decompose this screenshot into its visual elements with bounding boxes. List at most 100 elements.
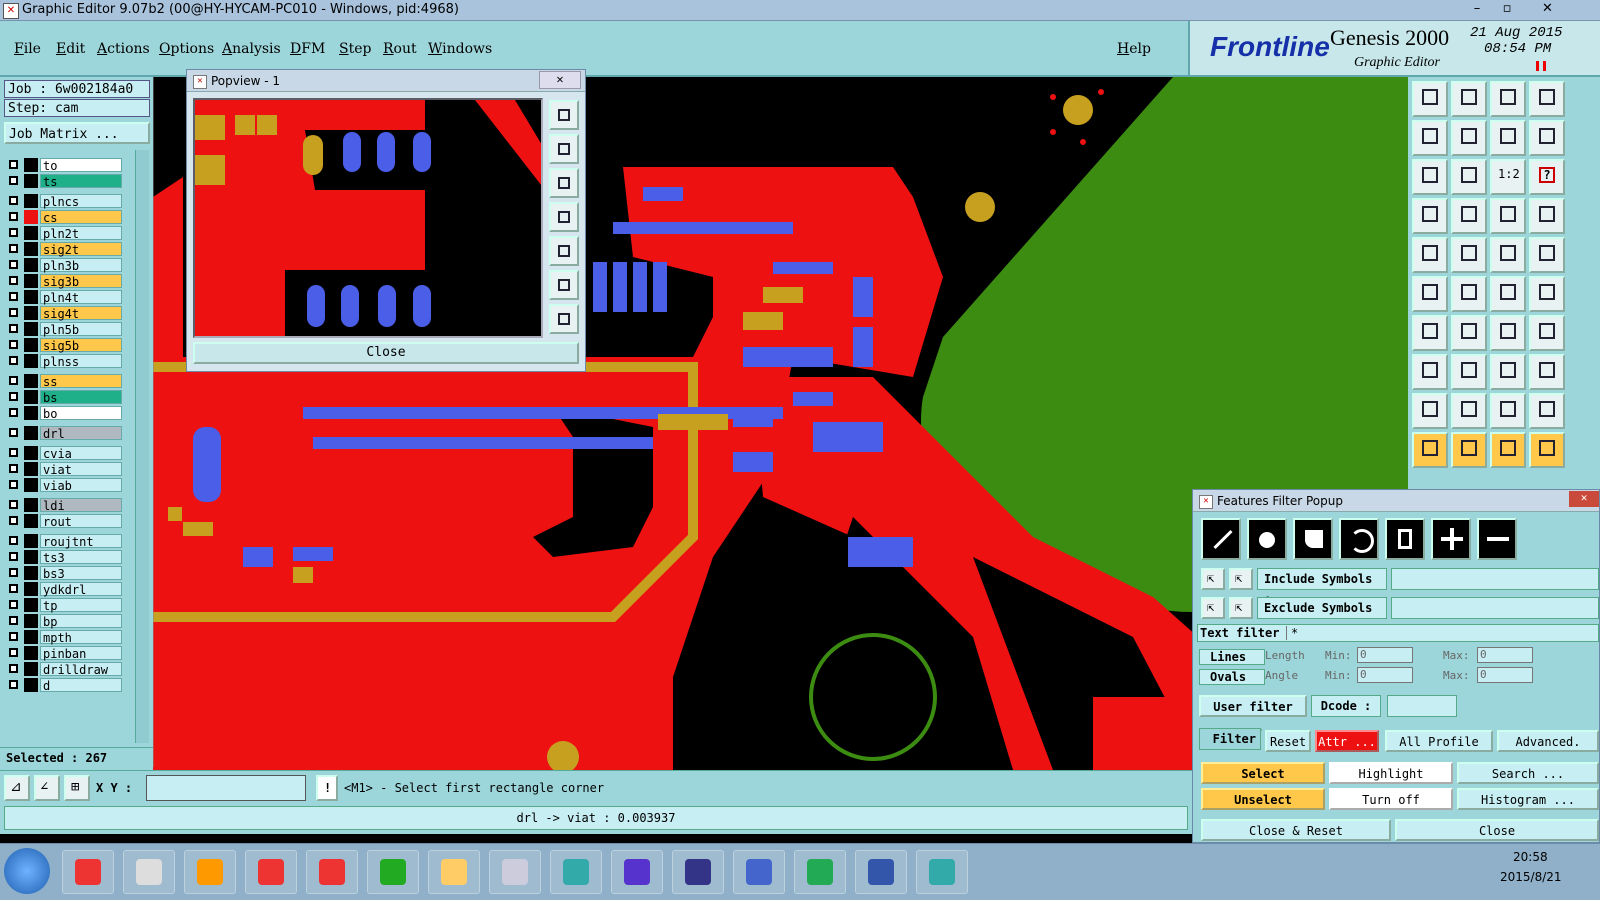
layer-row-roujtnt[interactable]: roujtnt (6, 534, 122, 549)
connect-button[interactable] (1490, 276, 1526, 312)
alert-button[interactable]: ! (316, 775, 338, 801)
layer-checkbox[interactable] (9, 160, 18, 169)
copy-button[interactable] (1529, 354, 1565, 390)
move-button[interactable] (1412, 354, 1448, 390)
unselect-button[interactable]: Unselect (1201, 788, 1325, 810)
layer-checkbox[interactable] (9, 552, 18, 561)
select-button[interactable]: Select (1201, 762, 1325, 784)
layer-row-d[interactable]: d (6, 678, 122, 693)
length-min-input[interactable]: 0 (1357, 647, 1413, 663)
include-symbols-input[interactable] (1391, 568, 1599, 590)
taskbar-genesis-button[interactable] (306, 850, 358, 894)
plus-button[interactable] (1431, 518, 1471, 560)
snap-b-button[interactable] (1529, 198, 1565, 234)
layer-row-pln2t[interactable]: pln2t (6, 226, 122, 241)
ruler-button[interactable] (1490, 237, 1526, 273)
mirror-button[interactable] (1529, 315, 1565, 351)
help-button[interactable]: ? (1529, 159, 1565, 195)
angle-checkbox[interactable]: Angle (1265, 669, 1298, 682)
layer-checkbox[interactable] (9, 292, 18, 301)
route-button[interactable] (1412, 276, 1448, 312)
popview-close-button[interactable]: Close (193, 342, 579, 364)
zoom-area-button[interactable] (1412, 159, 1448, 195)
triangle-b-button[interactable] (1451, 393, 1487, 429)
layer-checkbox[interactable] (9, 516, 18, 525)
taskbar-app1-button[interactable] (62, 850, 114, 894)
layer-checkbox[interactable] (9, 212, 18, 221)
span-button[interactable] (1490, 354, 1526, 390)
surface-add-button[interactable] (1451, 237, 1487, 273)
job-matrix-button[interactable]: Job Matrix ... (4, 122, 150, 144)
popview-pan-down-button[interactable] (549, 168, 579, 198)
layer-row-drilldraw[interactable]: drilldraw (6, 662, 122, 677)
xy-input[interactable] (146, 775, 306, 801)
snap-tool-button[interactable]: ⊿ (4, 775, 30, 801)
layer-row-cs[interactable]: cs (6, 210, 122, 225)
link-button[interactable] (1529, 276, 1565, 312)
popview-fit-button[interactable] (549, 270, 579, 300)
angle-min-input[interactable]: 0 (1357, 667, 1413, 683)
layer-checkbox[interactable] (9, 616, 18, 625)
layer-checkbox[interactable] (9, 568, 18, 577)
zoom-fit-button[interactable] (1529, 81, 1565, 117)
ovals-checkbox[interactable]: Ovals (1199, 669, 1265, 685)
layer-row-ldi[interactable]: ldi (6, 498, 122, 513)
taskbar-excel-button[interactable] (794, 850, 846, 894)
zoom-home-button[interactable] (1412, 81, 1448, 117)
ratio-button[interactable]: 1:2 (1490, 159, 1526, 195)
layer-row-rout[interactable]: rout (6, 514, 122, 529)
start-button[interactable] (4, 848, 50, 894)
undo-view-button[interactable] (1490, 120, 1526, 156)
advanced-button[interactable]: Advanced. (1497, 730, 1599, 752)
snap-a-button[interactable] (1490, 198, 1526, 234)
pad-add-button[interactable] (1412, 237, 1448, 273)
taskbar-folder-button[interactable] (428, 850, 480, 894)
zoom-in-button[interactable] (1451, 81, 1487, 117)
layer-row-sig2t[interactable]: sig2t (6, 242, 122, 257)
layer-row-pln3b[interactable]: pln3b (6, 258, 122, 273)
popview-preview[interactable] (193, 98, 543, 338)
taskbar-x-app-button[interactable] (611, 850, 663, 894)
layer-checkbox[interactable] (9, 324, 18, 333)
taskbar-eye-button[interactable] (550, 850, 602, 894)
length-checkbox[interactable]: Length (1265, 649, 1305, 662)
layer-checkbox[interactable] (9, 536, 18, 545)
pause-icon[interactable] (1536, 61, 1546, 71)
layer-row-pinban[interactable]: pinban (6, 646, 122, 661)
search-button[interactable]: Search ... (1457, 762, 1599, 784)
dcode-input[interactable] (1387, 695, 1457, 717)
pan-right-button[interactable] (1451, 120, 1487, 156)
exclude-pick-button[interactable]: ⇱ (1201, 597, 1225, 619)
include-pick2-button[interactable]: ⇱ (1229, 568, 1253, 590)
taskbar-word-button[interactable] (855, 850, 907, 894)
layer-row-bo[interactable]: bo (6, 406, 122, 421)
layer-row-mpth[interactable]: mpth (6, 630, 122, 645)
lines-checkbox[interactable]: Lines (1199, 649, 1265, 665)
popview-pan-left-button[interactable] (549, 202, 579, 232)
pan-left-button[interactable] (1412, 120, 1448, 156)
pointer-button[interactable] (1412, 432, 1448, 468)
triangle-a-button[interactable] (1412, 393, 1448, 429)
turn-off-button[interactable]: Turn off (1329, 788, 1453, 810)
taskbar-editor-button[interactable] (367, 850, 419, 894)
layer-checkbox[interactable] (9, 632, 18, 641)
taskbar-globe-button[interactable] (733, 850, 785, 894)
layer-checkbox[interactable] (9, 584, 18, 593)
minus-button[interactable] (1477, 518, 1517, 560)
layer-scrollbar[interactable] (135, 150, 149, 743)
cross-button[interactable] (1451, 276, 1487, 312)
highlight-button[interactable]: Highlight (1329, 762, 1453, 784)
zoom-out-button[interactable] (1490, 81, 1526, 117)
close-window-button[interactable]: ✕ (1525, 0, 1570, 20)
attr-button[interactable]: Attr ... (1315, 730, 1379, 752)
minimize-button[interactable]: – (1462, 0, 1492, 20)
layer-checkbox[interactable] (9, 480, 18, 489)
measure-button[interactable] (1412, 198, 1448, 234)
layer-row-plncs[interactable]: plncs (6, 194, 122, 209)
histogram-button[interactable]: Histogram ... (1457, 788, 1599, 810)
menu-actions[interactable]: Actions (97, 41, 150, 57)
menu-rout[interactable]: Rout (383, 41, 417, 57)
layer-row-to[interactable]: to (6, 158, 122, 173)
layer-row-cvia[interactable]: cvia (6, 446, 122, 461)
taskbar-shell-button[interactable] (184, 850, 236, 894)
